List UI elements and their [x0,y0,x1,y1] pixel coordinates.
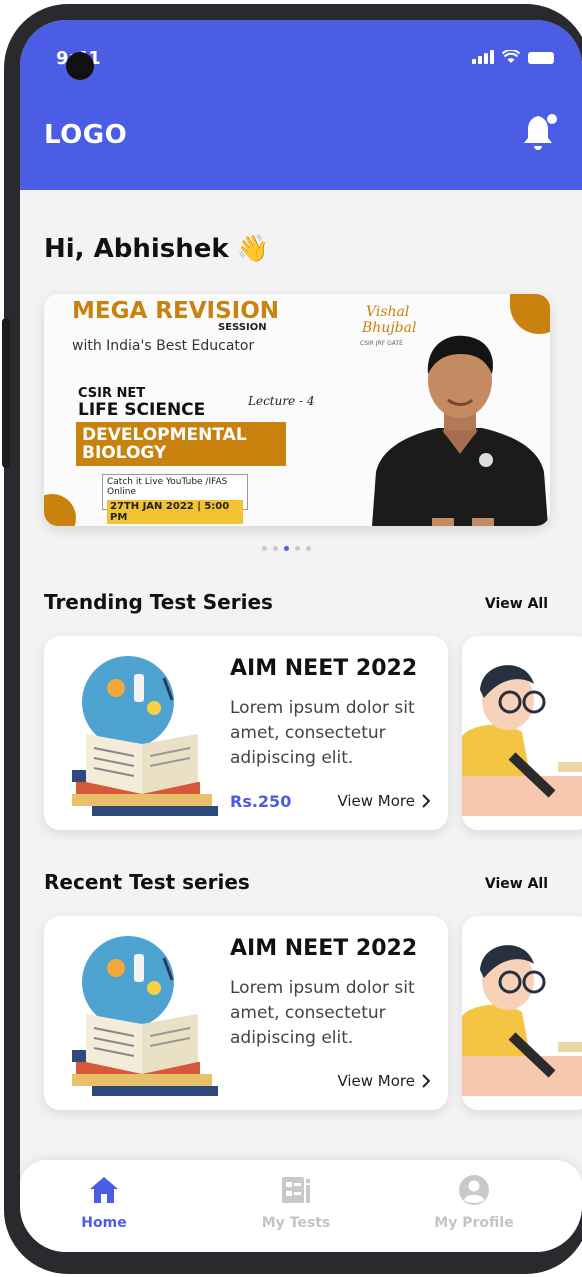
nav-my-profile[interactable]: My Profile [414,1174,534,1231]
banner-topic-line1: DEVELOPMENTAL [82,425,247,445]
bottom-navigation: Home My Tests My Profile [20,1160,582,1252]
carousel-dot[interactable] [262,546,267,551]
banner-subline: with India's Best Educator [72,338,255,354]
recent-view-all-link[interactable]: View All [485,876,548,892]
carousel-dot[interactable] [306,546,311,551]
card-title: AIM NEET 2022 [230,656,418,681]
banner-exam: CSIR NET [78,386,146,401]
trending-test-card[interactable]: AIM NEET 2022 Lorem ipsum dolor sit amet… [44,636,448,830]
chevron-right-icon [422,794,430,808]
books-science-illustration [72,656,218,816]
recent-section-title: Recent Test series [44,870,250,894]
battery-icon [528,52,554,64]
banner-date: 27TH JAN 2022 | 5:00 PM [107,500,243,524]
phone-side-button [2,318,10,468]
app-header: 9:41 LOGO [20,20,582,190]
chevron-right-icon [422,1074,430,1088]
carousel-dot[interactable] [295,546,300,551]
carousel-dot-active[interactable] [284,546,289,551]
student-illustration [462,665,582,816]
banner-live-info: Catch it Live YouTube /IFAS Online 27TH … [102,474,248,524]
bell-icon[interactable] [522,112,558,152]
nav-my-tests[interactable]: My Tests [236,1174,356,1231]
banner-headline: MEGA REVISION [72,298,279,324]
card-description: Lorem ipsum dolor sit amet, consectetur … [230,978,415,1048]
trending-section-title: Trending Test Series [44,590,273,614]
trending-test-card-peek[interactable] [462,636,582,830]
profile-icon [459,1175,489,1205]
app-logo: LOGO [44,120,128,150]
wifi-icon [502,50,520,63]
banner-session: SESSION [218,322,267,333]
view-more-label: View More [337,1072,415,1090]
app-screen: 9:41 LOGO Hi, Abhishek 👋 MEGA REVISION [20,20,582,1252]
tests-icon [282,1177,310,1203]
greeting: Hi, Abhishek 👋 [44,234,269,264]
view-more-label: View More [337,792,415,810]
student-illustration [462,945,582,1096]
view-more-link[interactable]: View More [337,792,430,810]
card-price: Rs.250 [230,792,292,811]
greeting-text: Hi, Abhishek [44,234,229,264]
home-icon [90,1177,118,1203]
banner-catch-text: Catch it Live YouTube /IFAS Online [107,477,228,497]
promo-banner[interactable]: MEGA REVISION SESSION with India's Best … [44,294,550,526]
signal-icon [472,50,494,64]
banner-corner-shape [44,494,76,526]
recent-test-card-peek[interactable] [462,916,582,1110]
nav-home-label: Home [81,1215,127,1231]
status-icons [472,50,554,64]
nav-my-profile-label: My Profile [434,1215,514,1231]
books-science-illustration [72,936,218,1096]
carousel-indicator[interactable] [262,546,311,551]
recent-test-card[interactable]: AIM NEET 2022 Lorem ipsum dolor sit amet… [44,916,448,1110]
card-title: AIM NEET 2022 [230,936,418,961]
educator-photo [372,335,548,526]
banner-lecture: Lecture - 4 [248,394,315,408]
nav-home[interactable]: Home [44,1174,164,1231]
banner-topic-line2: BIOLOGY [82,443,167,463]
nav-my-tests-label: My Tests [261,1215,331,1231]
card-description: Lorem ipsum dolor sit amet, consectetur … [230,698,415,768]
header-corner-accent [342,20,582,28]
trending-view-all-link[interactable]: View All [485,596,548,612]
view-more-link[interactable]: View More [337,1072,430,1090]
wave-emoji: 👋 [236,234,270,264]
front-camera [66,52,94,80]
banner-subject: LIFE SCIENCE [78,400,206,420]
educator-first-name: Vishal [366,304,410,320]
banner-topic: DEVELOPMENTAL BIOLOGY [76,422,286,466]
carousel-dot[interactable] [273,546,278,551]
